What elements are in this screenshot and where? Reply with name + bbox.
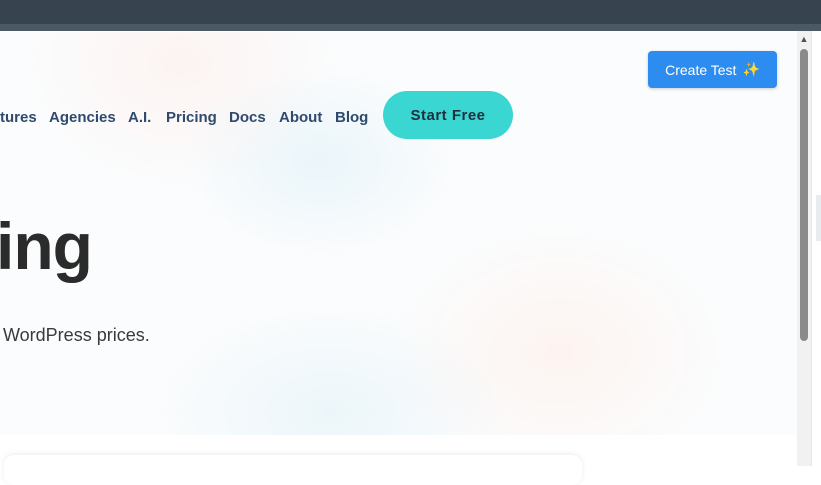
sparkle-icon: ✨ [742,61,760,77]
browser-top-bar-edge [0,24,821,31]
nav-item-about[interactable]: About [279,109,322,126]
create-test-label: Create Test [665,61,737,78]
side-panel-tab[interactable] [816,195,821,241]
create-test-button[interactable]: Create Test ✨ [648,51,777,88]
nav-item-blog[interactable]: Blog [335,109,368,126]
start-free-button[interactable]: Start Free [383,91,513,139]
nav-item-agencies[interactable]: Agencies [49,109,116,126]
window-right-edge [811,31,821,466]
hero-subtext: WordPress prices. [3,325,150,345]
nav-item-docs[interactable]: Docs [229,109,266,126]
nav-item-pricing[interactable]: Pricing [166,109,217,126]
nav-item-features[interactable]: tures [0,109,37,126]
page-heading: ing [0,209,93,283]
pricing-card [4,455,582,485]
scroll-up-arrow-icon[interactable]: ▲ [797,33,811,45]
browser-top-bar [0,0,821,24]
nav-item-ai[interactable]: A.I. [128,109,151,126]
scrollbar-thumb[interactable] [800,49,808,341]
